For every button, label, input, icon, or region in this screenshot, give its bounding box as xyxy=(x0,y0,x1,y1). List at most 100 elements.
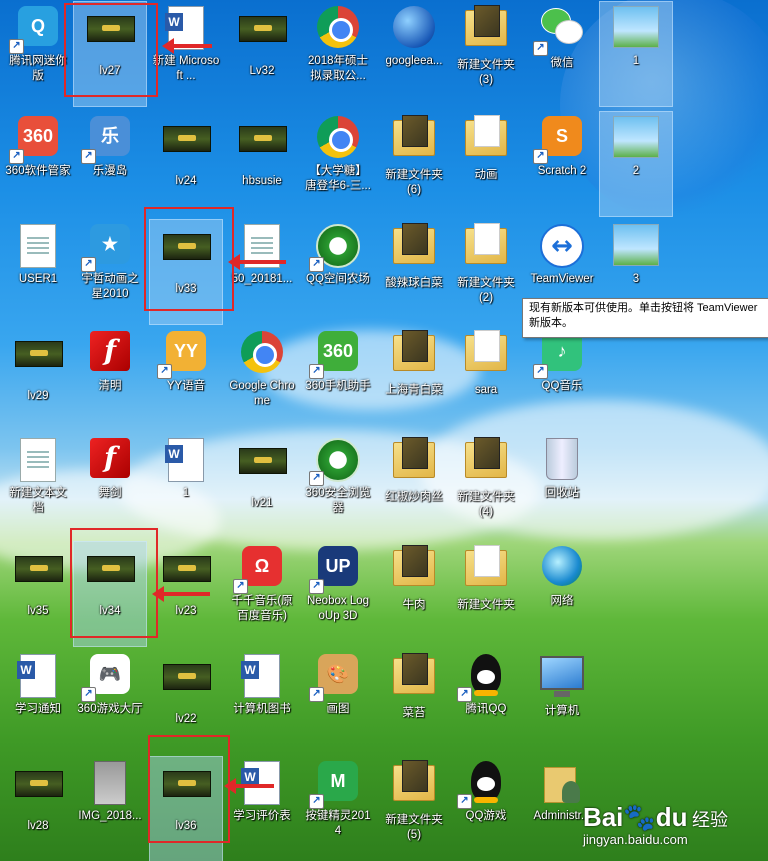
paw-icon: 🐾 xyxy=(623,802,656,832)
icon-graphic-wrapper xyxy=(15,341,63,387)
desktop-icon[interactable]: ★ ↗ 宇哲动画之星2010 xyxy=(74,220,146,324)
desktop-icon[interactable]: USER1 xyxy=(2,220,74,324)
desktop-icon[interactable]: 新建文本文档 xyxy=(2,434,74,538)
desktop-icon[interactable]: hbsusie xyxy=(226,112,298,216)
desktop-icon-label: 牛肉 xyxy=(402,599,426,611)
desktop-icon-label: 乐漫岛 xyxy=(92,165,128,177)
icon-graphic-wrapper: 360 ↗ xyxy=(309,331,361,379)
desktop-icon[interactable]: sara xyxy=(450,327,522,431)
annotation-box-lv34 xyxy=(70,528,158,638)
desktop-icon-label: 新建文件夹 (4) xyxy=(457,491,515,518)
desktop-icon[interactable]: 上海青白菜 xyxy=(378,327,450,431)
desktop-icon[interactable]: 学习通知 xyxy=(2,650,74,754)
desktop-icon[interactable]: f 舞剑 xyxy=(74,434,146,538)
desktop-icon-label: 红椒炒肉丝 xyxy=(385,491,443,503)
jingyan-text: 经验 xyxy=(692,810,728,830)
desktop-icon[interactable]: 回收站 xyxy=(526,434,598,538)
desktop-icon[interactable]: 牛肉 xyxy=(378,542,450,646)
desktop-icon-label: 新建文本文档 xyxy=(9,487,67,514)
desktop-icon[interactable]: 计算机 xyxy=(526,650,598,754)
desktop-icon[interactable]: Ω ↗ 千千音乐(原百度音乐) xyxy=(226,542,298,646)
anjian-jingling-icon: M xyxy=(318,761,358,801)
desktop-icon[interactable]: 菜苔 xyxy=(378,650,450,754)
desktop-icon[interactable]: 2 xyxy=(599,111,673,217)
desktop-icon[interactable]: lv35 xyxy=(2,542,74,646)
chrome-icon xyxy=(317,116,359,158)
desktop-icon[interactable]: S ↗ Scratch 2 xyxy=(526,112,598,216)
desktop-icon[interactable]: 新建文件夹 (2) xyxy=(450,220,522,324)
desktop-icon[interactable]: 网络 xyxy=(526,542,598,646)
desktop-icon[interactable]: 新建文件夹 (4) xyxy=(450,434,522,538)
desktop-icon[interactable]: 360 ↗ 360软件管家 xyxy=(2,112,74,216)
desktop-icon[interactable]: Google Chrome xyxy=(226,327,298,431)
desktop-icon-label: Google Chrome xyxy=(229,380,295,407)
desktop-icon[interactable]: lv24 xyxy=(150,112,222,216)
desktop-icon[interactable]: 【大学糖】唐登华6-三... xyxy=(302,112,374,216)
desktop-icon[interactable]: UP ↗ Neobox LogoUp 3D xyxy=(302,542,374,646)
desktop-icon[interactable]: ↗ 腾讯QQ xyxy=(450,650,522,754)
tencent-mini-icon: Q xyxy=(18,6,58,46)
desktop-icon[interactable]: lv29 xyxy=(2,327,74,431)
game-thumbnail-icon xyxy=(239,16,287,42)
icon-graphic-wrapper: f xyxy=(87,438,133,484)
desktop-icon[interactable]: 新建文件夹 (6) xyxy=(378,112,450,216)
desktop-icon[interactable]: 计算机图书 xyxy=(226,650,298,754)
desktop-icon[interactable]: 50_20181... xyxy=(226,220,298,324)
icon-graphic-wrapper xyxy=(163,438,209,484)
desktop-icon[interactable]: 2018年硕士拟录取公... xyxy=(302,2,374,106)
desktop-icon[interactable]: 乐 ↗ 乐漫岛 xyxy=(74,112,146,216)
icon-graphic-wrapper: 360 ↗ xyxy=(9,116,61,164)
desktop-icon-label: 50_20181... xyxy=(231,273,293,285)
desktop-icon-label: 1 xyxy=(182,487,190,499)
folder-icon xyxy=(465,5,507,46)
desktop-icon-label: 新建文件夹 (5) xyxy=(385,814,443,841)
icon-graphic-wrapper: 乐 ↗ xyxy=(81,116,133,164)
desktop-icon[interactable]: 新建文件夹 xyxy=(450,542,522,646)
desktop-icon[interactable]: 新建文件夹 (3) xyxy=(450,2,522,106)
desktop-icon[interactable]: 🎨 ↗ 画图 xyxy=(302,650,374,754)
desktop[interactable]: Q↗腾讯网迷你版lv27新建 Microsoft ...Lv322018年硕士拟… xyxy=(0,0,768,861)
icon-graphic-wrapper xyxy=(613,6,659,52)
desktop-icon[interactable]: ♪ ↗ QQ音乐 xyxy=(526,327,598,431)
desktop-icon[interactable]: ↗ 360安全浏览器 xyxy=(302,434,374,538)
desktop-icon[interactable]: M ↗ 按键精灵2014 xyxy=(302,757,374,861)
desktop-icon-label: 2 xyxy=(632,165,640,177)
desktop-icon[interactable]: 红椒炒肉丝 xyxy=(378,434,450,538)
desktop-icon[interactable]: 360 ↗ 360手机助手 xyxy=(302,327,374,431)
desktop-icon-label: Lv32 xyxy=(249,65,275,77)
icon-graphic-wrapper xyxy=(463,437,509,488)
desktop-icon[interactable]: 1 xyxy=(599,1,673,107)
desktop-icon[interactable]: lv21 xyxy=(226,434,298,538)
image-tile-icon xyxy=(613,6,659,48)
game-thumbnail-icon xyxy=(239,126,287,152)
desktop-icon[interactable]: ↗ QQ空间农场 xyxy=(302,220,374,324)
icon-graphic-wrapper xyxy=(87,761,133,807)
desktop-icon[interactable]: 1 xyxy=(150,434,222,538)
desktop-icon-label: 360安全浏览器 xyxy=(305,487,371,514)
desktop-icon[interactable]: ↗ QQ游戏 xyxy=(450,757,522,861)
desktop-icon[interactable]: 学习评价表 xyxy=(226,757,298,861)
folder-icon xyxy=(465,115,507,156)
flash-icon: f xyxy=(90,331,130,371)
desktop-icon[interactable]: lv28 xyxy=(2,757,74,861)
desktop-icon[interactable]: 🎮 ↗ 360游戏大厅 xyxy=(74,650,146,754)
desktop-icon[interactable]: 动画 xyxy=(450,112,522,216)
qianqian-music-icon: Ω xyxy=(242,546,282,586)
desktop-icon[interactable]: 新建 Microsoft ... xyxy=(150,2,222,106)
desktop-icon[interactable]: 酸辣球白菜 xyxy=(378,220,450,324)
desktop-icon[interactable]: ↗ 微信 xyxy=(526,2,598,106)
folder-icon xyxy=(393,223,435,264)
desktop-icon-label: googleea... xyxy=(385,55,443,67)
desktop-icon[interactable]: 新建文件夹 (5) xyxy=(378,757,450,861)
desktop-icon-label: lv28 xyxy=(27,820,49,832)
neobox-logoup-icon: UP xyxy=(318,546,358,586)
image-file-icon xyxy=(94,761,126,805)
desktop-icon[interactable]: googleea... xyxy=(378,2,450,106)
folder-icon xyxy=(393,115,435,156)
game-thumbnail-icon xyxy=(15,556,63,582)
desktop-icon[interactable]: Lv32 xyxy=(226,2,298,106)
desktop-icon[interactable]: f 清明 xyxy=(74,327,146,431)
desktop-icon[interactable]: IMG_2018... xyxy=(74,757,146,861)
desktop-icon[interactable]: YY ↗ YY语音 xyxy=(150,327,222,431)
folder-icon xyxy=(465,545,507,586)
